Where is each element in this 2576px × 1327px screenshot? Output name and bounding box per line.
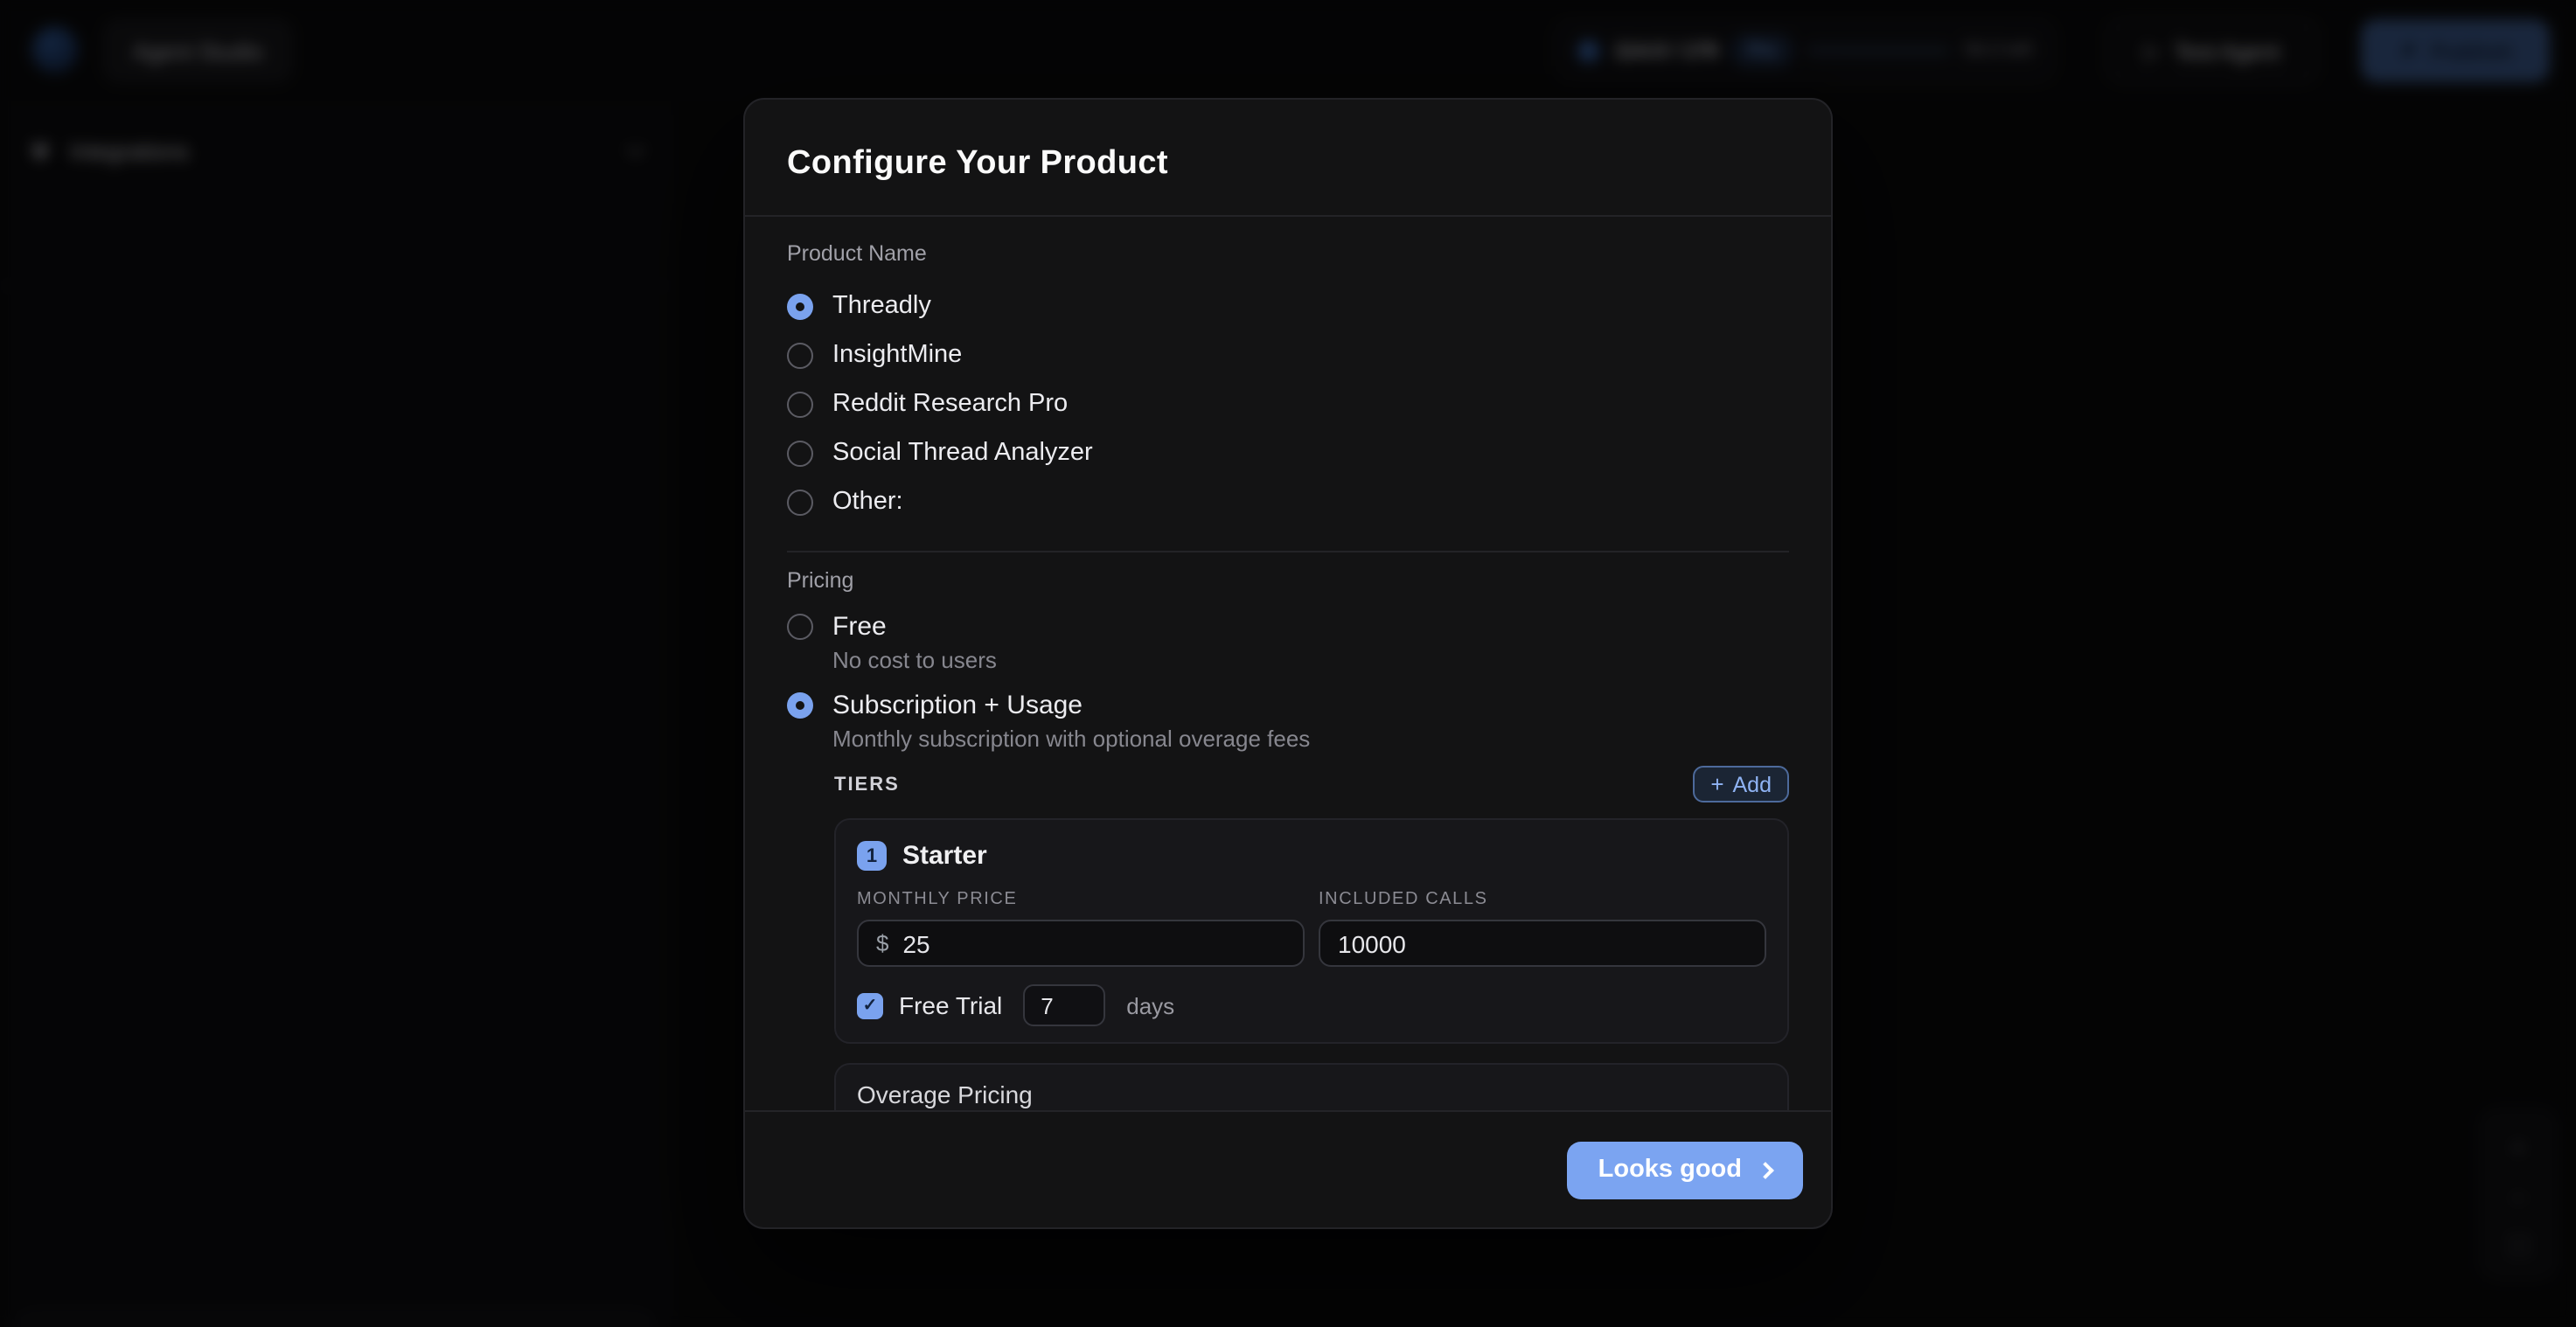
radio-option-insightmine[interactable]: InsightMine xyxy=(787,330,1789,379)
radio-option-label: Social Thread Analyzer xyxy=(832,439,1093,467)
monthly-price-value: 25 xyxy=(902,929,929,957)
radio-option-other[interactable]: Other: xyxy=(787,477,1789,526)
tiers-header: TIERS + Add xyxy=(787,766,1789,802)
radio-option-reddit-research-pro[interactable]: Reddit Research Pro xyxy=(787,379,1789,428)
trial-days-input[interactable]: 7 xyxy=(1023,984,1105,1026)
monthly-price-label: MONTHLY PRICE xyxy=(857,890,1305,909)
modal-body: Product Name Threadly InsightMine Reddit… xyxy=(745,217,1831,1110)
section-divider xyxy=(787,551,1789,552)
pricing-option-label: Free xyxy=(832,611,887,641)
radio-option-social-thread-analyzer[interactable]: Social Thread Analyzer xyxy=(787,428,1789,477)
tier-index-badge: 1 xyxy=(857,841,887,871)
product-name-options: Threadly InsightMine Reddit Research Pro… xyxy=(787,281,1789,526)
radio-icon[interactable] xyxy=(787,489,813,515)
included-calls-value: 10000 xyxy=(1338,929,1406,957)
modal-title: Configure Your Product xyxy=(787,145,1789,184)
app-window: Agent Studio 114.0 / 170 Pro 56.0 left ▷… xyxy=(0,0,2576,1327)
pricing-option-description: Monthly subscription with optional overa… xyxy=(832,724,1789,754)
currency-symbol: $ xyxy=(876,930,888,956)
radio-option-label: Reddit Research Pro xyxy=(832,390,1068,418)
looks-good-button[interactable]: Looks good xyxy=(1567,1141,1803,1198)
add-tier-label: Add xyxy=(1733,772,1772,796)
radio-option-label: Other: xyxy=(832,488,903,516)
looks-good-label: Looks good xyxy=(1598,1156,1742,1184)
modal-header: Configure Your Product xyxy=(745,100,1831,217)
trial-days-value: 7 xyxy=(1041,992,1053,1018)
pricing-option-free[interactable]: Free No cost to users xyxy=(787,607,1789,675)
days-suffix: days xyxy=(1126,992,1174,1018)
configure-product-modal: Configure Your Product Product Name Thre… xyxy=(743,98,1833,1229)
radio-icon[interactable] xyxy=(787,342,813,368)
radio-icon[interactable] xyxy=(787,613,813,639)
pricing-option-subscription-usage[interactable]: Subscription + Usage Monthly subscriptio… xyxy=(787,685,1789,754)
check-icon: ✓ xyxy=(863,996,878,1015)
radio-option-label: Threadly xyxy=(832,292,931,320)
modal-footer: Looks good xyxy=(745,1110,1831,1227)
product-name-label: Product Name xyxy=(787,241,1789,266)
tier-card-starter: 1 Starter MONTHLY PRICE INCLUDED CALLS $… xyxy=(834,818,1789,1044)
overage-pricing-card: Overage Pricing xyxy=(834,1063,1789,1110)
pricing-label: Pricing xyxy=(787,568,1789,593)
pricing-option-label: Subscription + Usage xyxy=(832,690,1083,719)
pricing-option-description: No cost to users xyxy=(832,645,1789,675)
free-trial-checkbox[interactable]: ✓ xyxy=(857,992,883,1018)
chevron-right-icon xyxy=(1757,1161,1774,1178)
included-calls-input[interactable]: 10000 xyxy=(1319,920,1766,967)
monthly-price-input[interactable]: $ 25 xyxy=(857,920,1305,967)
radio-icon[interactable] xyxy=(787,691,813,718)
radio-icon[interactable] xyxy=(787,440,813,466)
radio-option-label: InsightMine xyxy=(832,341,962,369)
radio-icon[interactable] xyxy=(787,293,813,319)
free-trial-label: Free Trial xyxy=(899,991,1002,1019)
tier-name: Starter xyxy=(902,841,987,871)
plus-icon: + xyxy=(1710,773,1723,796)
add-tier-button[interactable]: + Add xyxy=(1693,766,1789,802)
radio-icon[interactable] xyxy=(787,391,813,417)
included-calls-label: INCLUDED CALLS xyxy=(1319,890,1766,909)
radio-option-threadly[interactable]: Threadly xyxy=(787,281,1789,330)
overage-pricing-title: Overage Pricing xyxy=(857,1080,1766,1110)
tiers-heading: TIERS xyxy=(834,774,900,795)
